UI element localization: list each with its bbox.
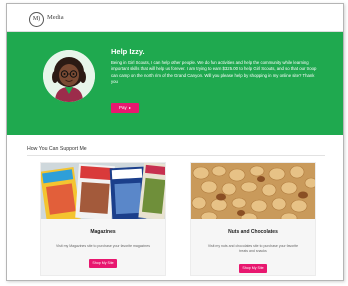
magazines-card: Magazines Visit my Magazines site to pur…	[40, 162, 166, 276]
pay-button-label: Pay	[118, 105, 127, 110]
nuts-photo	[191, 163, 315, 219]
hero-banner: Help Izzy. Being in Girl Scouts, I can h…	[7, 32, 343, 135]
nuts-image[interactable]	[191, 163, 315, 219]
top-bar: M) Media	[7, 4, 343, 32]
brand-name: Media	[47, 14, 64, 21]
browser-frame: M) Media Help Izzy. Being in Girl Scouts	[6, 3, 344, 281]
shop-magazines-button[interactable]: Shop My Site	[89, 259, 117, 268]
arrow-right-icon: ▸	[129, 105, 132, 110]
magazines-description: Visit my Magazines site to purchase your…	[56, 244, 150, 248]
girl-scout-avatar	[43, 50, 95, 102]
magazines-image[interactable]	[41, 163, 165, 219]
pay-button[interactable]: Pay ▸	[111, 103, 139, 113]
site-logo[interactable]: M)	[29, 12, 44, 27]
hero-description: Being in Girl Scouts, I can help other p…	[111, 60, 317, 84]
avatar-illustration	[43, 50, 95, 102]
section-title: How You Can Support Me	[27, 146, 87, 152]
shop-nuts-button[interactable]: Shop My Site	[239, 264, 267, 273]
nuts-title: Nuts and Chocolates	[228, 229, 278, 235]
hero-title: Help Izzy.	[111, 47, 145, 56]
nuts-chocolates-card: Nuts and Chocolates Visit my nuts and ch…	[190, 162, 316, 276]
section-divider	[27, 155, 325, 156]
magazines-title: Magazines	[90, 229, 116, 235]
nuts-description: Visit my nuts and chocolates site to pur…	[207, 244, 299, 253]
magazines-photo	[41, 163, 165, 219]
